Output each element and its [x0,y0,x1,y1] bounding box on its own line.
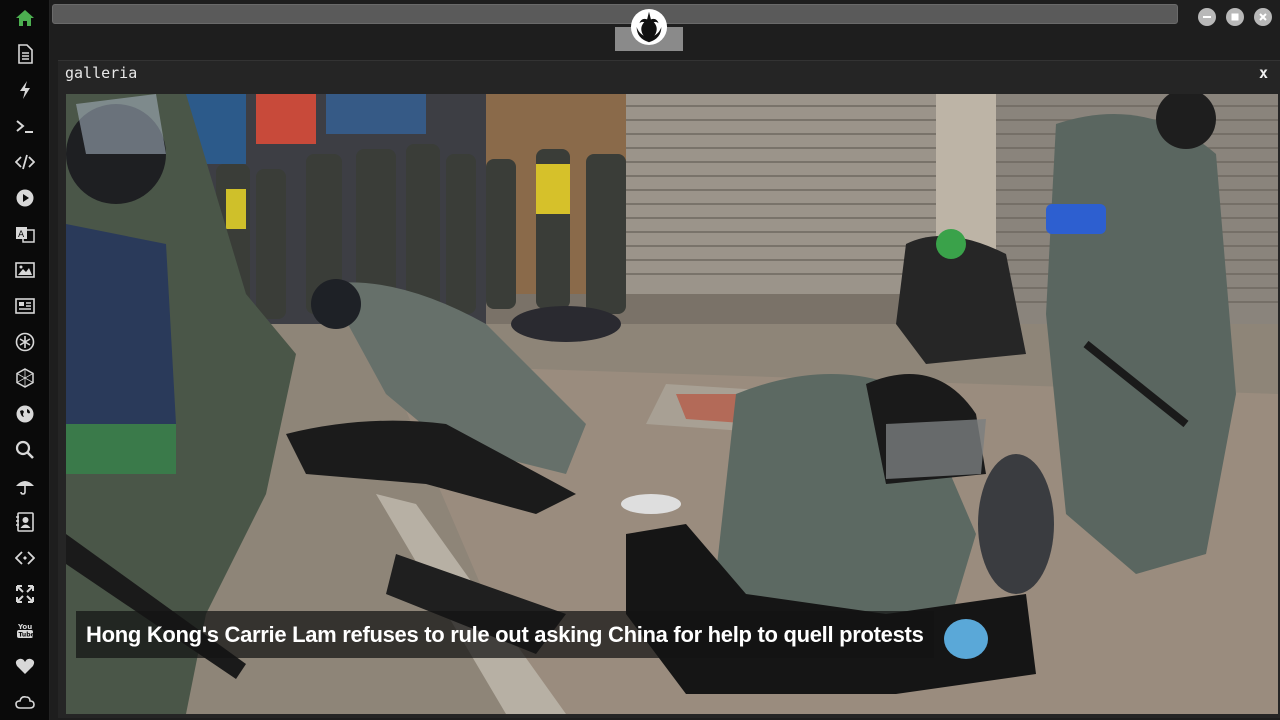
sidebar-weather[interactable] [0,470,50,502]
sidebar-cloud[interactable] [0,686,50,718]
sidebar-fullscreen[interactable] [0,578,50,610]
sidebar-youtube[interactable]: You Tube [0,614,50,646]
sidebar-home[interactable] [0,2,50,34]
search-icon [15,440,34,459]
sidebar-code[interactable] [0,146,50,178]
maximize-icon [1231,13,1239,21]
svg-text:Tube: Tube [19,632,35,639]
caption-bar: Hong Kong's Carrie Lam refuses to rule o… [76,611,934,658]
svg-text:A: A [18,230,25,240]
sidebar-search[interactable] [0,434,50,466]
window-close-button[interactable]: x [1259,64,1268,82]
sidebar-embed[interactable] [0,542,50,574]
gallery-photo[interactable]: Hong Kong's Carrie Lam refuses to rule o… [66,94,1278,714]
youtube-icon: YouTube [17,623,35,639]
sidebar-contacts[interactable] [0,506,50,538]
close-icon [1259,13,1267,21]
heart-icon [15,658,35,674]
home-icon [16,10,34,26]
cloud-icon [15,696,35,709]
play-icon [16,189,34,207]
sidebar-news[interactable] [0,290,50,322]
desktop: galleria x Hong Kong's Carrie Lam refuse… [50,0,1280,720]
top-bar[interactable] [52,4,1178,24]
umbrella-icon [16,481,34,495]
sidebar-settings[interactable] [0,326,50,358]
sidebar-images[interactable] [0,254,50,286]
hexagon-icon [16,368,34,388]
minimize-icon [1203,16,1211,18]
gallery-window: galleria x Hong Kong's Carrie Lam refuse… [58,60,1280,718]
snowflake-icon [15,332,35,352]
sidebar-terminal[interactable] [0,110,50,142]
translate-icon: A [16,227,35,243]
terminal-icon [16,120,33,133]
sidebar-translate[interactable]: A [0,218,50,250]
maximize-button[interactable] [1226,8,1244,26]
embed-icon [15,551,35,565]
photo-caption[interactable]: Hong Kong's Carrie Lam refuses to rule o… [86,622,924,648]
sidebar-documents[interactable] [0,38,50,70]
lightning-icon [20,81,30,99]
document-icon [18,44,33,64]
app-sidebar: A You Tube [0,0,50,720]
newspaper-icon [15,298,35,314]
sidebar-actions[interactable] [0,74,50,106]
contact-icon [16,512,34,532]
sidebar-media[interactable] [0,182,50,214]
svg-text:You: You [17,623,32,631]
sidebar-network[interactable] [0,362,50,394]
sidebar-web[interactable] [0,398,50,430]
expand-icon [16,585,34,603]
close-desktop-button[interactable] [1254,8,1272,26]
code-icon [15,154,35,170]
rebel-logo-icon[interactable] [630,8,668,46]
sidebar-favorites[interactable] [0,650,50,682]
image-icon [15,262,35,278]
minimize-button[interactable] [1198,8,1216,26]
window-title: galleria [65,64,138,82]
globe-icon [16,405,34,423]
